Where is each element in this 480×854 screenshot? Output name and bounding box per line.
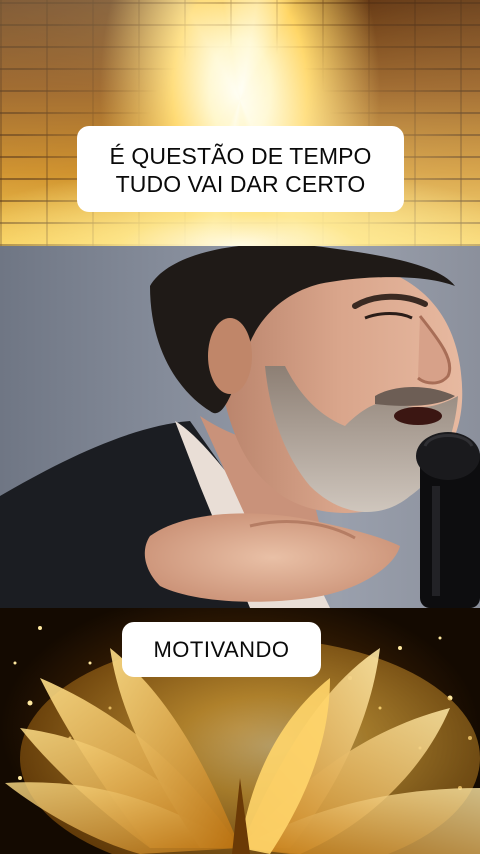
top-background-panel: É QUESTÃO DE TEMPO TUDO VAI DAR CERTO — [0, 0, 480, 246]
video-frame[interactable] — [0, 246, 480, 608]
bottom-background-panel: MOTIVANDO — [0, 608, 480, 854]
bottom-caption-text: MOTIVANDO — [153, 636, 290, 662]
hand — [144, 513, 400, 602]
speaker-image — [0, 246, 480, 608]
top-caption-line-2: TUDO VAI DAR CERTO — [115, 171, 366, 197]
top-caption-line-1: É QUESTÃO DE TEMPO — [109, 143, 372, 169]
ear — [208, 318, 252, 394]
bottom-caption: MOTIVANDO — [122, 622, 321, 677]
microphone-icon — [416, 432, 480, 608]
top-caption: É QUESTÃO DE TEMPO TUDO VAI DAR CERTO — [77, 126, 404, 212]
